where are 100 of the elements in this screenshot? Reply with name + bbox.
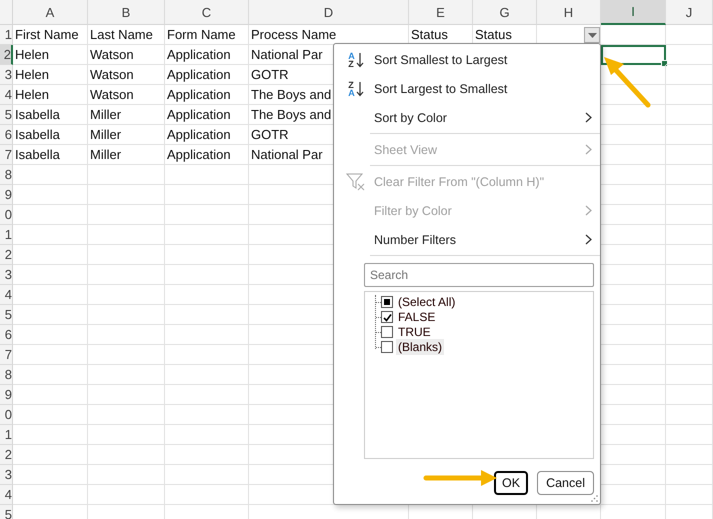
- table-cell[interactable]: [13, 185, 88, 205]
- table-cell[interactable]: [88, 445, 165, 465]
- table-cell[interactable]: Watson: [88, 85, 165, 105]
- select-all-corner[interactable]: [0, 0, 13, 25]
- table-cell[interactable]: Watson: [88, 65, 165, 85]
- list-item[interactable]: (Select All): [396, 294, 458, 310]
- row-header[interactable]: 3: [0, 265, 13, 285]
- row-header[interactable]: 7: [0, 345, 13, 365]
- table-cell[interactable]: [666, 65, 713, 85]
- table-cell[interactable]: [165, 185, 249, 205]
- row-header[interactable]: 2: [0, 45, 13, 65]
- table-cell[interactable]: Isabella: [13, 105, 88, 125]
- table-cell[interactable]: [88, 305, 165, 325]
- ok-button[interactable]: OK: [494, 471, 528, 495]
- checkbox[interactable]: [381, 296, 393, 308]
- table-cell[interactable]: [165, 205, 249, 225]
- table-cell[interactable]: [666, 445, 713, 465]
- row-header[interactable]: 4: [0, 285, 13, 305]
- table-cell[interactable]: [88, 185, 165, 205]
- column-header[interactable]: J: [666, 0, 713, 25]
- row-header[interactable]: 4: [0, 485, 13, 505]
- row-header[interactable]: 0: [0, 205, 13, 225]
- table-cell[interactable]: [165, 445, 249, 465]
- row-header[interactable]: 2: [0, 445, 13, 465]
- row-header[interactable]: 1: [0, 425, 13, 445]
- table-cell[interactable]: [666, 105, 713, 125]
- table-cell[interactable]: [13, 405, 88, 425]
- table-cell[interactable]: [165, 225, 249, 245]
- table-cell[interactable]: [666, 45, 713, 65]
- row-header[interactable]: 9: [0, 185, 13, 205]
- filter-dropdown-button[interactable]: [584, 27, 600, 43]
- table-cell[interactable]: Application: [165, 65, 249, 85]
- row-header[interactable]: 7: [0, 145, 13, 165]
- row-header[interactable]: 0: [0, 405, 13, 425]
- table-cell[interactable]: [666, 165, 713, 185]
- row-header[interactable]: 2: [0, 245, 13, 265]
- column-header[interactable]: E: [409, 0, 473, 25]
- cancel-button[interactable]: Cancel: [537, 471, 594, 495]
- table-cell[interactable]: Isabella: [13, 125, 88, 145]
- table-cell[interactable]: Miller: [88, 125, 165, 145]
- table-cell[interactable]: [165, 165, 249, 185]
- table-cell[interactable]: [666, 85, 713, 105]
- search-field[interactable]: Search: [364, 263, 594, 287]
- table-cell[interactable]: [165, 305, 249, 325]
- column-header[interactable]: I: [601, 0, 666, 25]
- column-header[interactable]: C: [165, 0, 249, 25]
- table-cell[interactable]: Application: [165, 125, 249, 145]
- column-header[interactable]: B: [88, 0, 165, 25]
- table-cell[interactable]: [88, 165, 165, 185]
- row-header[interactable]: 1: [0, 25, 13, 45]
- table-cell[interactable]: [165, 385, 249, 405]
- row-header[interactable]: 8: [0, 165, 13, 185]
- table-cell[interactable]: Last Name: [88, 25, 165, 45]
- table-cell[interactable]: [165, 485, 249, 505]
- table-cell[interactable]: [666, 225, 713, 245]
- table-cell[interactable]: Application: [165, 45, 249, 65]
- checkbox[interactable]: [381, 341, 393, 353]
- row-header[interactable]: 1: [0, 225, 13, 245]
- table-cell[interactable]: [13, 445, 88, 465]
- table-cell[interactable]: Helen: [13, 45, 88, 65]
- table-cell[interactable]: [88, 265, 165, 285]
- table-cell[interactable]: [666, 365, 713, 385]
- table-cell[interactable]: [13, 425, 88, 445]
- table-cell[interactable]: [13, 265, 88, 285]
- table-cell[interactable]: [601, 25, 666, 45]
- column-header[interactable]: H: [537, 0, 601, 25]
- table-cell[interactable]: [13, 385, 88, 405]
- table-cell[interactable]: [13, 205, 88, 225]
- table-cell[interactable]: Miller: [88, 145, 165, 165]
- table-cell[interactable]: [165, 245, 249, 265]
- row-header[interactable]: 3: [0, 465, 13, 485]
- table-cell[interactable]: [13, 225, 88, 245]
- table-cell[interactable]: [88, 385, 165, 405]
- table-cell[interactable]: [666, 285, 713, 305]
- table-cell[interactable]: Helen: [13, 85, 88, 105]
- table-cell[interactable]: [13, 325, 88, 345]
- table-cell[interactable]: Watson: [88, 45, 165, 65]
- table-cell[interactable]: [666, 345, 713, 365]
- row-header[interactable]: 8: [0, 365, 13, 385]
- row-header[interactable]: 5: [0, 105, 13, 125]
- table-cell[interactable]: [88, 425, 165, 445]
- table-cell[interactable]: [666, 385, 713, 405]
- table-cell[interactable]: Application: [165, 85, 249, 105]
- checkbox[interactable]: [381, 326, 393, 338]
- table-cell[interactable]: First Name: [13, 25, 88, 45]
- table-cell[interactable]: [88, 225, 165, 245]
- table-cell[interactable]: [88, 465, 165, 485]
- table-cell[interactable]: [666, 465, 713, 485]
- table-cell[interactable]: [666, 425, 713, 445]
- table-cell[interactable]: [165, 365, 249, 385]
- table-cell[interactable]: [13, 465, 88, 485]
- table-cell[interactable]: Application: [165, 145, 249, 165]
- table-cell[interactable]: [13, 165, 88, 185]
- table-cell[interactable]: [666, 265, 713, 285]
- table-cell[interactable]: [165, 285, 249, 305]
- table-cell[interactable]: [666, 305, 713, 325]
- table-cell[interactable]: [13, 245, 88, 265]
- table-cell[interactable]: [88, 405, 165, 425]
- resize-grip-icon[interactable]: [591, 495, 598, 502]
- table-cell[interactable]: [88, 325, 165, 345]
